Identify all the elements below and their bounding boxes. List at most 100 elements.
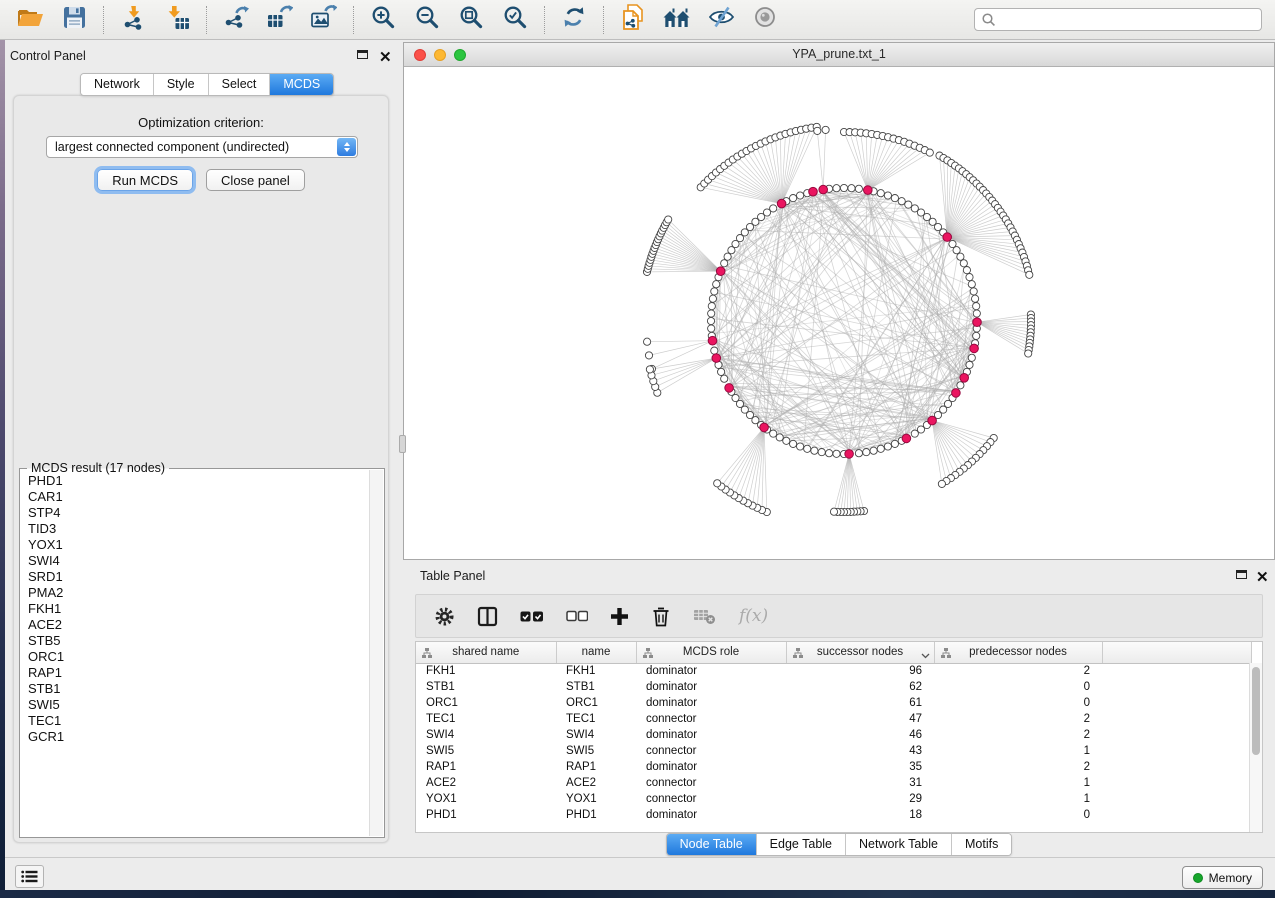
cell-successor_nodes[interactable]: 35 bbox=[786, 759, 934, 775]
mcds-result-item[interactable]: TEC1 bbox=[28, 713, 368, 729]
task-history-button[interactable] bbox=[15, 865, 44, 888]
cell-mcds_role[interactable]: dominator bbox=[636, 663, 786, 679]
cell-name[interactable]: TEC1 bbox=[556, 711, 636, 727]
tab-motifs[interactable]: Motifs bbox=[952, 834, 1011, 855]
mcds-result-scrollbar[interactable] bbox=[369, 470, 383, 836]
table-row[interactable]: YOX1YOX1connector291 bbox=[416, 791, 1251, 807]
cell-mcds_role[interactable]: dominator bbox=[636, 759, 786, 775]
import-network-button[interactable] bbox=[116, 3, 150, 37]
function-builder-button-disabled[interactable]: f(x) bbox=[739, 606, 768, 626]
column-header-successor-nodes[interactable]: successor nodes bbox=[786, 642, 934, 663]
cell-name[interactable]: STB1 bbox=[556, 679, 636, 695]
cell-successor_nodes[interactable]: 29 bbox=[786, 791, 934, 807]
cell-predecessor_nodes[interactable]: 2 bbox=[934, 727, 1102, 743]
cell-shared_name[interactable]: STB1 bbox=[416, 679, 556, 695]
create-column-button[interactable] bbox=[610, 607, 629, 626]
mcds-result-item[interactable]: SWI4 bbox=[28, 553, 368, 569]
show-graphics-details-button[interactable] bbox=[748, 3, 782, 37]
cell-name[interactable]: SWI5 bbox=[556, 743, 636, 759]
cell-mcds_role[interactable]: connector bbox=[636, 711, 786, 727]
control-panel-float-button[interactable] bbox=[357, 50, 370, 62]
table-row[interactable]: PHD1PHD1dominator180 bbox=[416, 807, 1251, 823]
cell-shared_name[interactable]: FKH1 bbox=[416, 663, 556, 679]
cell-predecessor_nodes[interactable]: 1 bbox=[934, 791, 1102, 807]
cell-mcds_role[interactable]: dominator bbox=[636, 679, 786, 695]
mcds-result-item[interactable]: STB5 bbox=[28, 633, 368, 649]
network-document-button[interactable] bbox=[616, 3, 650, 37]
control-panel-close-button[interactable]: ✕ bbox=[379, 49, 392, 61]
table-scrollbar-thumb[interactable] bbox=[1252, 667, 1260, 755]
cell-name[interactable]: ORC1 bbox=[556, 695, 636, 711]
cell-predecessor_nodes[interactable]: 0 bbox=[934, 807, 1102, 823]
column-header-name[interactable]: name bbox=[556, 642, 636, 663]
mcds-result-item[interactable]: STB1 bbox=[28, 681, 368, 697]
table-row[interactable]: ACE2ACE2connector311 bbox=[416, 775, 1251, 791]
cell-name[interactable]: PHD1 bbox=[556, 807, 636, 823]
cell-predecessor_nodes[interactable]: 2 bbox=[934, 711, 1102, 727]
cell-successor_nodes[interactable]: 61 bbox=[786, 695, 934, 711]
delete-table-button-disabled[interactable] bbox=[693, 607, 717, 625]
cell-shared_name[interactable]: SWI5 bbox=[416, 743, 556, 759]
mcds-result-item[interactable]: TID3 bbox=[28, 521, 368, 537]
table-row[interactable]: FKH1FKH1dominator962 bbox=[416, 663, 1251, 679]
network-window-titlebar[interactable]: YPA_prune.txt_1 bbox=[404, 43, 1274, 67]
table-row[interactable]: RAP1RAP1dominator352 bbox=[416, 759, 1251, 775]
cell-name[interactable]: RAP1 bbox=[556, 759, 636, 775]
tab-style[interactable]: Style bbox=[154, 74, 209, 95]
cell-name[interactable]: YOX1 bbox=[556, 791, 636, 807]
mcds-result-item[interactable]: GCR1 bbox=[28, 729, 368, 745]
select-all-columns-button[interactable] bbox=[520, 610, 544, 623]
cell-successor_nodes[interactable]: 18 bbox=[786, 807, 934, 823]
cell-shared_name[interactable]: ORC1 bbox=[416, 695, 556, 711]
cell-successor_nodes[interactable]: 31 bbox=[786, 775, 934, 791]
splitter-handle[interactable] bbox=[399, 435, 406, 453]
network-canvas[interactable] bbox=[404, 67, 1274, 559]
zoom-out-button[interactable] bbox=[410, 3, 444, 37]
cell-shared_name[interactable]: RAP1 bbox=[416, 759, 556, 775]
cell-name[interactable]: ACE2 bbox=[556, 775, 636, 791]
cell-shared_name[interactable]: ACE2 bbox=[416, 775, 556, 791]
table-row[interactable]: STB1STB1dominator620 bbox=[416, 679, 1251, 695]
cell-successor_nodes[interactable]: 47 bbox=[786, 711, 934, 727]
optimization-criterion-select[interactable]: largest connected component (undirected) bbox=[46, 136, 358, 158]
table-header-row[interactable]: shared namenameMCDS rolesuccessor nodesp… bbox=[416, 642, 1251, 663]
tab-network-table[interactable]: Network Table bbox=[846, 834, 952, 855]
tab-mcds[interactable]: MCDS bbox=[270, 74, 333, 95]
cell-mcds_role[interactable]: dominator bbox=[636, 727, 786, 743]
save-session-button[interactable] bbox=[57, 3, 91, 37]
cell-successor_nodes[interactable]: 46 bbox=[786, 727, 934, 743]
mcds-result-item[interactable]: ORC1 bbox=[28, 649, 368, 665]
zoom-fit-button[interactable] bbox=[454, 3, 488, 37]
close-panel-button[interactable]: Close panel bbox=[206, 169, 305, 191]
mcds-result-item[interactable]: STP4 bbox=[28, 505, 368, 521]
refresh-button[interactable] bbox=[557, 3, 591, 37]
tab-network[interactable]: Network bbox=[81, 74, 154, 95]
open-session-button[interactable] bbox=[13, 3, 47, 37]
mcds-result-item[interactable]: CAR1 bbox=[28, 489, 368, 505]
delete-column-button[interactable] bbox=[651, 606, 671, 627]
cell-mcds_role[interactable]: connector bbox=[636, 775, 786, 791]
cell-predecessor_nodes[interactable]: 1 bbox=[934, 743, 1102, 759]
unselect-all-columns-button[interactable] bbox=[566, 610, 588, 622]
import-table-button[interactable] bbox=[160, 3, 194, 37]
cell-mcds_role[interactable]: dominator bbox=[636, 807, 786, 823]
cell-mcds_role[interactable]: connector bbox=[636, 791, 786, 807]
home-button[interactable] bbox=[660, 3, 694, 37]
table-panel-close-button[interactable]: ✕ bbox=[1256, 569, 1269, 581]
mcds-result-item[interactable]: FKH1 bbox=[28, 601, 368, 617]
mcds-result-item[interactable]: RAP1 bbox=[28, 665, 368, 681]
table-row[interactable]: SWI4SWI4dominator462 bbox=[416, 727, 1251, 743]
cell-shared_name[interactable]: SWI4 bbox=[416, 727, 556, 743]
cell-predecessor_nodes[interactable]: 0 bbox=[934, 679, 1102, 695]
cell-name[interactable]: FKH1 bbox=[556, 663, 636, 679]
table-row[interactable]: ORC1ORC1dominator610 bbox=[416, 695, 1251, 711]
mcds-result-item[interactable]: PMA2 bbox=[28, 585, 368, 601]
cell-shared_name[interactable]: YOX1 bbox=[416, 791, 556, 807]
cell-successor_nodes[interactable]: 62 bbox=[786, 679, 934, 695]
zoom-selected-button[interactable] bbox=[498, 3, 532, 37]
mcds-result-list[interactable]: PHD1CAR1STP4TID3YOX1SWI4SRD1PMA2FKH1ACE2… bbox=[20, 473, 368, 835]
show-column-selector-button[interactable] bbox=[477, 606, 498, 627]
tab-edge-table[interactable]: Edge Table bbox=[757, 834, 846, 855]
zoom-in-button[interactable] bbox=[366, 3, 400, 37]
cell-successor_nodes[interactable]: 43 bbox=[786, 743, 934, 759]
